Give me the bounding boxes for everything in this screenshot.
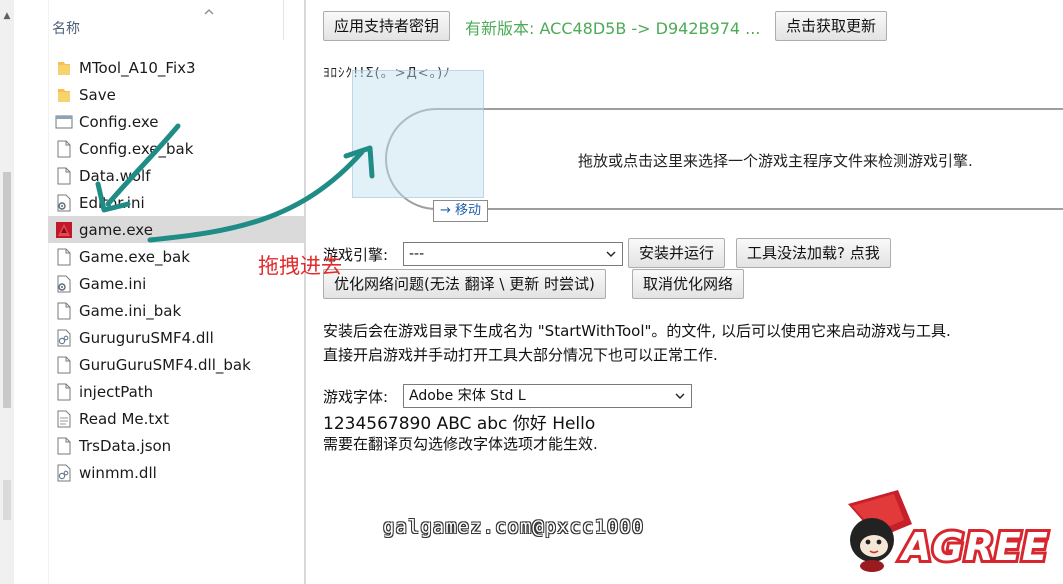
- dll-icon: [55, 463, 73, 483]
- file-name: Editor.ini: [79, 193, 145, 212]
- tool-not-loaded-button[interactable]: 工具没法加载? 点我: [736, 238, 891, 268]
- install-info-line-1: 安装后会在游戏目录下生成名为 "StartWithTool"。的文件, 以后可以…: [323, 322, 951, 340]
- name-column-header[interactable]: 名称: [52, 18, 80, 38]
- file-icon: [55, 139, 73, 159]
- file-list-item[interactable]: Read Me.txt: [48, 405, 304, 432]
- column-separator[interactable]: [283, 0, 284, 40]
- settings-file-icon: [55, 193, 73, 213]
- app-window-icon: [55, 112, 73, 132]
- file-name: TrsData.json: [79, 436, 172, 455]
- file-name: MTool_A10_Fix3: [79, 58, 196, 77]
- folder-icon: [55, 58, 73, 78]
- file-list-item[interactable]: MTool_A10_Fix3: [48, 54, 304, 81]
- drag-preview-ghost: [352, 70, 484, 198]
- file-list-item[interactable]: Game.ini_bak: [48, 297, 304, 324]
- install-and-run-button[interactable]: 安装并运行: [628, 238, 726, 268]
- font-note-text: 需要在翻译页勾选修改字体选项才能生效.: [323, 435, 598, 453]
- agree-logo-icon: AGREE: [848, 490, 1051, 572]
- file-list-item[interactable]: injectPath: [48, 378, 304, 405]
- file-name: Read Me.txt: [79, 409, 170, 428]
- file-icon: [55, 436, 73, 456]
- file-name: Game.ini_bak: [79, 301, 182, 320]
- update-available-text: 有新版本: ACC48D5B -> D942B974 ...: [465, 19, 761, 38]
- watermark-text: galgamez.com@pxcc1000: [383, 516, 645, 538]
- get-update-button[interactable]: 点击获取更新: [775, 11, 888, 41]
- file-name: injectPath: [79, 382, 154, 401]
- file-list-item[interactable]: Save: [48, 81, 304, 108]
- file-name: Save: [79, 85, 116, 104]
- file-name: Game.exe_bak: [79, 247, 190, 266]
- file-list-item[interactable]: GuruGuruSMF4.dll_bak: [48, 351, 304, 378]
- sort-chevron-icon[interactable]: [203, 6, 215, 18]
- file-list-item[interactable]: game.exe: [48, 216, 304, 243]
- chevron-down-icon: [606, 251, 616, 257]
- file-name: GuruguruSMF4.dll: [79, 328, 214, 347]
- drag-in-annotation: 拖拽进去: [258, 254, 342, 278]
- chevron-down-icon: [675, 393, 685, 399]
- scrollbar-thumb[interactable]: [3, 172, 11, 408]
- apply-supporter-key-button[interactable]: 应用支持者密钥: [323, 11, 451, 41]
- file-list-item[interactable]: Config.exe: [48, 108, 304, 135]
- file-name: Config.exe_bak: [79, 139, 194, 158]
- file-icon: [55, 166, 73, 186]
- dll-icon: [55, 328, 73, 348]
- drop-zone-text[interactable]: 拖放或点击这里来选择一个游戏主程序文件来检测游戏引擎.: [578, 150, 973, 171]
- file-name: winmm.dll: [79, 463, 157, 482]
- font-label: 游戏字体:: [323, 388, 389, 406]
- file-name: Game.ini: [79, 274, 147, 293]
- text-file-icon: [55, 409, 73, 429]
- file-icon: [55, 247, 73, 267]
- file-name: game.exe: [79, 220, 153, 239]
- font-select-value: Adobe 宋体 Std L: [409, 388, 526, 404]
- explorer-scrollbar[interactable]: ▲: [0, 0, 14, 584]
- file-list-item[interactable]: Config.exe_bak: [48, 135, 304, 162]
- scrollbar-track-segment: [3, 480, 11, 520]
- file-list-item[interactable]: Data.wolf: [48, 162, 304, 189]
- file-name: Data.wolf: [79, 166, 151, 185]
- font-preview-text: 1234567890 ABC abc 你好 Hello: [323, 414, 596, 434]
- font-select[interactable]: Adobe 宋体 Std L: [403, 384, 692, 408]
- file-icon: [55, 301, 73, 321]
- move-tooltip: → 移动: [433, 200, 489, 222]
- file-list-item[interactable]: TrsData.json: [48, 432, 304, 459]
- file-icon: [55, 355, 73, 375]
- file-list-item[interactable]: winmm.dll: [48, 459, 304, 486]
- svg-text:AGREE: AGREE: [899, 525, 1049, 569]
- folder-icon: [55, 85, 73, 105]
- file-name: GuruGuruSMF4.dll_bak: [79, 355, 251, 374]
- file-icon: [55, 382, 73, 402]
- file-name: Config.exe: [79, 112, 159, 131]
- settings-file-icon: [55, 274, 73, 294]
- file-list-item[interactable]: Editor.ini: [48, 189, 304, 216]
- optimize-network-button[interactable]: 优化网络问题(无法 翻译 \ 更新 时尝试): [323, 269, 606, 299]
- engine-select[interactable]: ---: [403, 242, 623, 266]
- engine-select-value: ---: [409, 246, 425, 262]
- cancel-optimize-network-button[interactable]: 取消优化网络: [632, 269, 745, 299]
- install-info-line-2: 直接开启游戏并手动打开工具大部分情况下也可以正常工作.: [323, 346, 718, 364]
- file-explorer-pane: ▲ 名称 MTool_A10_Fix3 Save Config.exe Config.…: [0, 0, 306, 584]
- scroll-up-icon[interactable]: ▲: [3, 12, 11, 21]
- game-exe-icon: [55, 220, 73, 240]
- file-list-item[interactable]: GuruguruSMF4.dll: [48, 324, 304, 351]
